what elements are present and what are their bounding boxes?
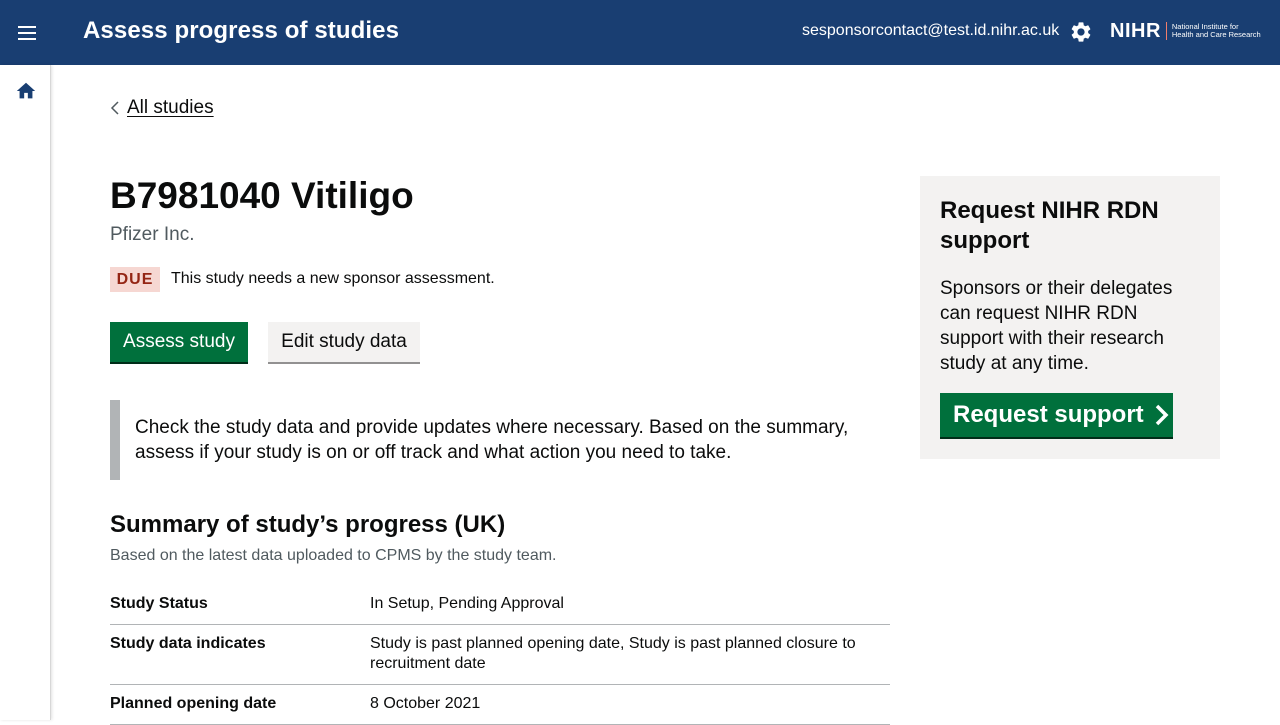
chevron-right-icon <box>1155 404 1169 426</box>
status-badge: DUE <box>110 267 160 292</box>
summary-row: Study Status In Setup, Pending Approval <box>110 585 890 625</box>
summary-key: Study data indicates <box>110 635 266 652</box>
study-sponsor: Pfizer Inc. <box>110 224 195 245</box>
summary-row: Study data indicates Study is past plann… <box>110 625 890 685</box>
logo-subtitle: National Institute for Health and Care R… <box>1171 22 1261 39</box>
chevron-left-icon <box>110 101 119 115</box>
summary-value: Study is past planned opening date, Stud… <box>370 635 856 672</box>
hamburger-menu-icon[interactable] <box>14 20 40 46</box>
study-title: B7981040 Vitiligo <box>110 175 414 216</box>
inset-guidance: Check the study data and provide updates… <box>110 400 870 480</box>
nihr-logo[interactable]: NIHR National Institute for Health and C… <box>1110 19 1261 43</box>
summary-subheading: Based on the latest data uploaded to CPM… <box>110 547 557 564</box>
back-link-label[interactable]: All studies <box>127 97 214 119</box>
side-navigation <box>0 65 51 720</box>
home-icon[interactable] <box>15 80 37 102</box>
logo-wordmark: NIHR <box>1110 19 1161 42</box>
user-email: sesponsorcontact@test.id.nihr.ac.uk <box>802 22 1060 39</box>
app-title: Assess progress of studies <box>83 17 400 44</box>
edit-study-data-button[interactable]: Edit study data <box>268 322 420 362</box>
summary-list: Study Status In Setup, Pending Approval … <box>110 585 890 725</box>
back-link[interactable]: All studies <box>110 97 214 119</box>
top-header: Assess progress of studies sesponsorcont… <box>0 0 1280 65</box>
status-text: This study needs a new sponsor assessmen… <box>171 270 495 287</box>
summary-value: 8 October 2021 <box>370 695 481 712</box>
summary-key: Study Status <box>110 595 208 612</box>
logo-divider <box>1165 22 1167 40</box>
request-support-panel: Request NIHR RDN support Sponsors or the… <box>920 176 1220 459</box>
request-support-button[interactable]: Request support <box>940 393 1173 437</box>
panel-heading: Request NIHR RDN support <box>940 197 1159 254</box>
gear-icon[interactable] <box>1069 20 1093 44</box>
panel-body: Sponsors or their delegates can request … <box>940 278 1173 374</box>
assess-study-button[interactable]: Assess study <box>110 322 248 362</box>
summary-heading: Summary of study’s progress (UK) <box>110 511 506 538</box>
request-support-label: Request support <box>953 401 1144 428</box>
summary-row: Planned opening date 8 October 2021 <box>110 685 890 725</box>
summary-key: Planned opening date <box>110 695 277 712</box>
summary-value: In Setup, Pending Approval <box>370 595 564 612</box>
